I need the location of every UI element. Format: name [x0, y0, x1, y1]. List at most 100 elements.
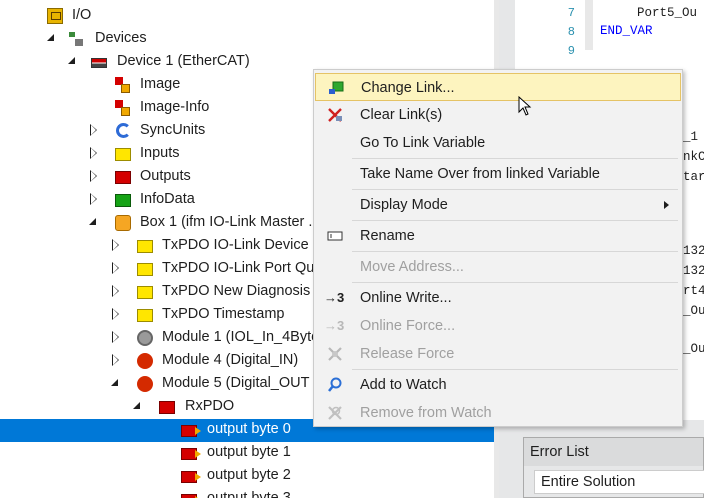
tree-row-label: RxPDO: [185, 398, 235, 414]
collapse-arrow-icon[interactable]: [89, 218, 99, 228]
infodata-icon: [115, 194, 131, 207]
box-icon: [115, 215, 131, 231]
tree-row-output-byte-2[interactable]: output byte 2: [0, 465, 494, 488]
menu-item-clear-links[interactable]: Clear Link(s): [315, 101, 681, 129]
tree-row-label: Outputs: [140, 168, 191, 184]
menu-separator: [352, 220, 678, 221]
error-list-title-bar[interactable]: Error List: [524, 438, 703, 466]
tree-row-label: output byte 0: [207, 421, 291, 437]
menu-item-label: Rename: [360, 228, 415, 244]
submenu-arrow-icon: [664, 201, 669, 209]
rxpdo-icon: [159, 401, 175, 414]
output-variable-icon: [181, 494, 201, 498]
module-icon: [137, 330, 153, 346]
code-fragment: nkC: [683, 150, 704, 164]
code-fragment: 132: [683, 244, 704, 258]
expand-arrow-icon[interactable]: [90, 147, 100, 159]
remove-watch-icon: [327, 405, 343, 421]
mouse-pointer-icon: [518, 95, 532, 116]
menu-item-rename[interactable]: Rename: [315, 222, 681, 250]
txpdo-icon: [137, 286, 153, 299]
tree-row-label: Inputs: [140, 145, 180, 161]
tree-row-label: InfoData: [140, 191, 195, 207]
menu-item-online-write[interactable]: →3 Online Write...: [315, 284, 681, 312]
menu-separator: [352, 251, 678, 252]
menu-separator: [352, 189, 678, 190]
image-icon: [115, 77, 131, 93]
tree-row-label: I/O: [72, 7, 92, 23]
code-fragment: rt4: [683, 284, 704, 298]
menu-item-label: Release Force: [360, 346, 455, 362]
output-variable-icon: [181, 448, 201, 460]
release-force-icon: [327, 346, 343, 362]
tree-row-label: TxPDO IO-Link Device S: [162, 237, 323, 253]
collapse-arrow-icon[interactable]: [68, 57, 78, 67]
code-fragment: tar: [683, 170, 704, 184]
error-scope-dropdown[interactable]: Entire Solution: [534, 470, 704, 494]
code-fragment: _Ou: [683, 342, 704, 356]
expand-arrow-icon[interactable]: [112, 285, 122, 297]
menu-item-label: Display Mode: [360, 197, 448, 213]
change-margin: [585, 0, 593, 50]
menu-separator: [352, 158, 678, 159]
expand-arrow-icon[interactable]: [112, 239, 122, 251]
code-line: Port5_Ou: [637, 6, 698, 20]
tree-row-io[interactable]: I/O: [0, 5, 494, 28]
tree-row-label: TxPDO IO-Link Port Qua: [162, 260, 323, 276]
expand-arrow-icon[interactable]: [112, 331, 122, 343]
output-variable-icon: [181, 425, 201, 437]
inputs-icon: [115, 148, 131, 161]
code-fragment: 132: [683, 264, 704, 278]
link-green-icon: [328, 80, 344, 96]
menu-item-label: Online Force...: [360, 318, 456, 334]
menu-item-go-to-link-variable[interactable]: Go To Link Variable: [315, 129, 681, 157]
menu-item-online-force[interactable]: →3 Online Force...: [315, 312, 681, 340]
error-list-panel[interactable]: Error List Entire Solution: [523, 437, 704, 498]
tree-row-label: TxPDO New Diagnosis: [162, 283, 311, 299]
clear-link-icon: [327, 107, 343, 123]
collapse-arrow-icon[interactable]: [111, 379, 121, 389]
tree-row-label: output byte 2: [207, 467, 291, 483]
txpdo-icon: [137, 263, 153, 276]
expand-arrow-icon[interactable]: [90, 193, 100, 205]
expand-arrow-icon[interactable]: [90, 124, 100, 136]
tree-row-devices[interactable]: Devices: [0, 28, 494, 51]
tree-row-label: output byte 3: [207, 490, 291, 498]
tree-row-label: SyncUnits: [140, 122, 206, 138]
code-fragment: _1: [683, 130, 699, 144]
expand-arrow-icon[interactable]: [112, 308, 122, 320]
outputs-icon: [115, 171, 131, 184]
tree-row-output-byte-1[interactable]: output byte 1: [0, 442, 494, 465]
context-menu[interactable]: Change Link... Clear Link(s) Go To Link …: [313, 69, 683, 427]
menu-item-change-link[interactable]: Change Link...: [315, 73, 681, 101]
collapse-arrow-icon[interactable]: [133, 402, 143, 412]
tree-row-label: Image: [140, 76, 181, 92]
collapse-arrow-icon[interactable]: [47, 34, 57, 44]
tree-row-output-byte-3[interactable]: output byte 3: [0, 488, 494, 498]
tree-row-label: output byte 1: [207, 444, 291, 460]
expand-arrow-icon[interactable]: [112, 354, 122, 366]
menu-item-move-address[interactable]: Move Address...: [315, 253, 681, 281]
code-line: END_VAR: [600, 24, 653, 38]
menu-item-take-name-over[interactable]: Take Name Over from linked Variable: [315, 160, 681, 188]
expand-arrow-icon[interactable]: [90, 170, 100, 182]
txpdo-icon: [137, 309, 153, 322]
io-icon: [47, 8, 63, 24]
line-number: 9: [567, 44, 575, 58]
menu-item-add-to-watch[interactable]: Add to Watch: [315, 371, 681, 399]
menu-item-display-mode[interactable]: Display Mode: [315, 191, 681, 219]
menu-item-remove-from-watch[interactable]: Remove from Watch: [315, 399, 681, 427]
module-icon: [137, 376, 153, 392]
menu-item-label: Remove from Watch: [360, 405, 492, 421]
menu-item-label: Go To Link Variable: [360, 135, 486, 151]
menu-item-release-force[interactable]: Release Force: [315, 340, 681, 368]
menu-separator: [352, 282, 678, 283]
tree-row-label: Image-Info: [140, 99, 210, 115]
module-icon: [137, 353, 153, 369]
tree-row-label: Devices: [95, 30, 147, 46]
expand-arrow-icon[interactable]: [112, 262, 122, 274]
online-write-icon: →3: [324, 290, 345, 305]
ethercat-device-icon: [91, 58, 107, 68]
line-number: 8: [567, 25, 575, 39]
tree-row-label: Device 1 (EtherCAT): [117, 53, 250, 69]
